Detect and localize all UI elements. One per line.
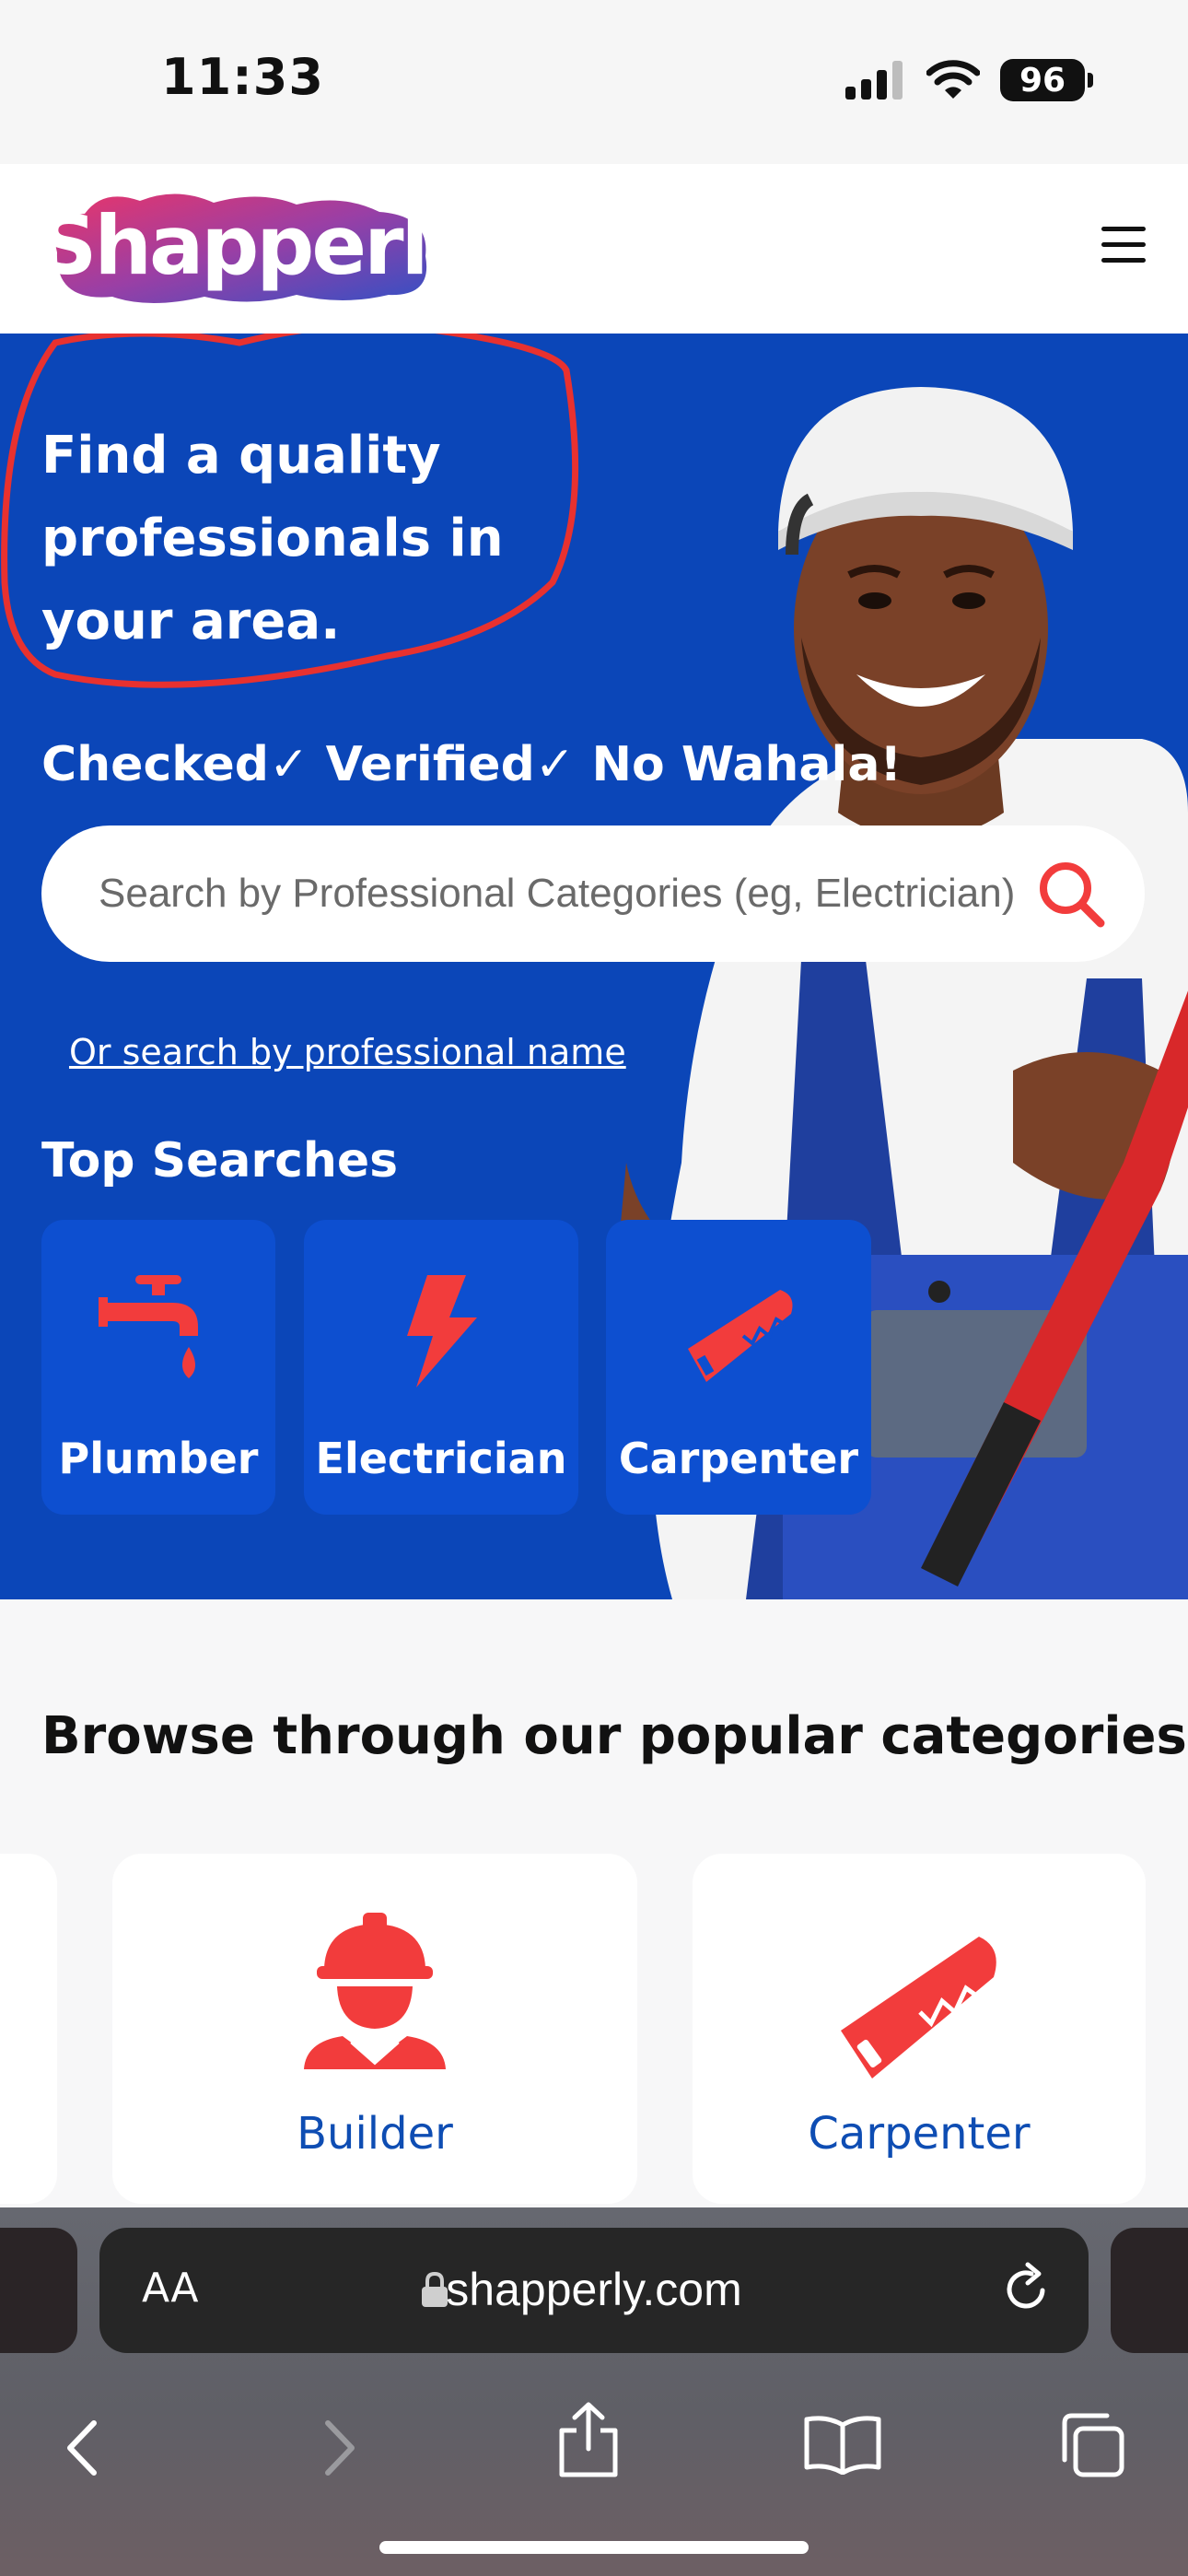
address-bar[interactable]: AA shapperly.com — [99, 2228, 1089, 2353]
browser-toolbar: AA shapperly.com — [0, 2207, 1188, 2576]
search-by-name-link[interactable]: Or search by professional name — [69, 1032, 626, 1072]
wifi-icon — [926, 60, 980, 99]
status-time: 11:33 — [161, 48, 324, 106]
back-icon[interactable] — [59, 2416, 105, 2480]
signal-icon — [845, 61, 903, 100]
saw-icon — [688, 1290, 793, 1382]
category-card-builder[interactable]: Builder — [112, 1854, 637, 2204]
hero-section: Find a quality professionals in your are… — [0, 334, 1188, 1599]
hero-subtitle: Checked✓ Verified✓ No Wahala! — [41, 737, 903, 792]
reload-icon[interactable] — [998, 2261, 1054, 2316]
search-icon[interactable] — [1034, 857, 1108, 931]
top-search-electrician[interactable]: Electrician — [304, 1220, 578, 1515]
lightning-icon — [407, 1275, 477, 1388]
share-icon[interactable] — [556, 2401, 621, 2478]
category-card-carpenter[interactable]: Carpenter — [693, 1854, 1146, 2204]
logo[interactable]: Shapperly — [39, 188, 479, 308]
site-header: Shapperly — [0, 164, 1188, 334]
menu-line — [1101, 227, 1146, 231]
faucet-icon — [99, 1275, 198, 1378]
logo-text: Shapperly — [39, 198, 479, 293]
page: 11:33 96 Shapperly Find a quality profes… — [0, 0, 1188, 2576]
home-indicator — [379, 2541, 809, 2554]
url-text: shapperly.com — [446, 2264, 742, 2315]
menu-line — [1101, 258, 1146, 263]
search-box[interactable] — [41, 825, 1145, 962]
forward-icon[interactable] — [317, 2416, 363, 2480]
menu-line — [1101, 242, 1146, 247]
chip-label: Carpenter — [618, 1434, 859, 1483]
top-search-carpenter[interactable]: Carpenter — [606, 1220, 871, 1515]
battery-icon: 96 — [1000, 59, 1093, 101]
annotation-circle — [1, 334, 579, 688]
category-label: Carpenter — [808, 2108, 1031, 2160]
menu-button[interactable] — [1096, 219, 1151, 275]
saw-icon — [841, 1937, 996, 2078]
categories-title: Browse through our popular categories — [41, 1706, 1187, 1766]
chip-label: Plumber — [58, 1434, 259, 1483]
top-search-plumber[interactable]: Plumber — [41, 1220, 275, 1515]
bookmarks-icon[interactable] — [803, 2414, 882, 2475]
status-icons: 96 — [845, 57, 1093, 103]
builder-icon — [304, 1913, 446, 2069]
chip-label: Electrician — [315, 1434, 567, 1483]
top-searches-title: Top Searches — [41, 1133, 399, 1188]
battery-level: 96 — [1019, 61, 1066, 100]
previous-tab-preview[interactable] — [0, 2228, 77, 2353]
category-label: Builder — [297, 2108, 453, 2160]
search-input[interactable] — [99, 857, 1021, 931]
category-card-partial[interactable] — [0, 1854, 57, 2204]
next-tab-preview[interactable] — [1111, 2228, 1188, 2353]
tabs-icon[interactable] — [1059, 2412, 1125, 2478]
status-bar: 11:33 96 — [0, 0, 1188, 164]
